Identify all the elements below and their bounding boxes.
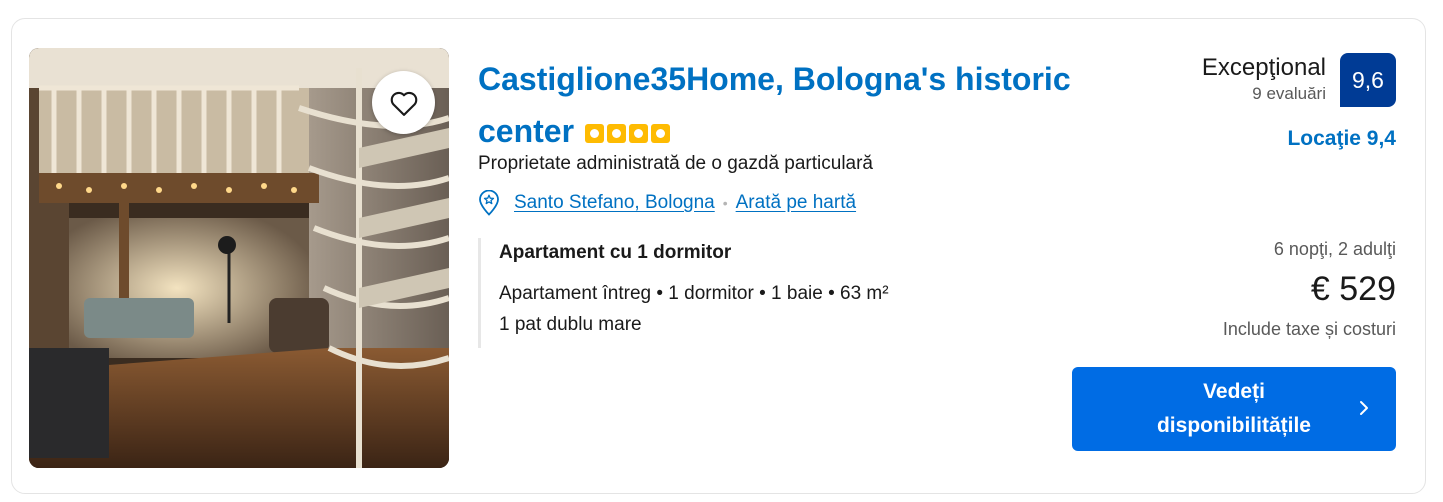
stay-summary: 6 nopţi, 2 adulţi [1273,239,1396,259]
property-photo[interactable] [29,48,449,468]
star-icon [584,124,604,143]
review-summary[interactable]: Excepţional 9 evaluări 9,6 [1202,53,1396,107]
room-info: Apartament cu 1 dormitor Apartament într… [478,238,998,348]
chevron-right-icon [1360,401,1368,415]
property-card: Castiglione35Home, Bologna's historic ce… [11,18,1426,494]
title-block: Castiglione35Home, Bologna's historic ce… [478,53,1168,157]
review-text: Excepţional 9 evaluări [1202,53,1326,105]
favorite-button[interactable] [372,71,435,134]
price: € 529 [1310,270,1396,308]
star-icon [650,124,670,143]
cta-label: Vedeți disponibilitățile [1156,380,1311,437]
taxes-note: Include taxe și costuri [1222,319,1396,339]
location-link[interactable]: Santo Stefano, Bologna [514,192,715,214]
room-details: Apartament întreg • 1 dormitor • 1 baie … [499,283,889,304]
show-on-map-link[interactable]: Arată pe hartă [736,192,856,214]
location-score: Locaţie 9,4 [1287,127,1396,150]
map-pin-icon [479,190,499,216]
bed-info: 1 pat dublu mare [499,314,642,335]
location-row: Santo Stefano, Bologna • Arată pe hartă [478,189,856,217]
review-count: 9 evaluări [1252,84,1326,103]
see-availability-button[interactable]: Vedeți disponibilitățile [1072,367,1396,451]
review-score-badge: 9,6 [1340,53,1396,107]
host-note: Proprietate administrată de o gazdă part… [478,153,874,174]
star-icon [628,124,648,143]
heart-outline-icon [390,91,417,116]
separator-dot: • [722,195,728,211]
room-name: Apartament cu 1 dormitor [499,242,732,263]
review-word: Excepţional [1201,54,1326,81]
star-icon [606,124,626,143]
star-rating [584,124,670,143]
property-title[interactable]: Castiglione35Home, Bologna's historic ce… [478,61,1071,149]
